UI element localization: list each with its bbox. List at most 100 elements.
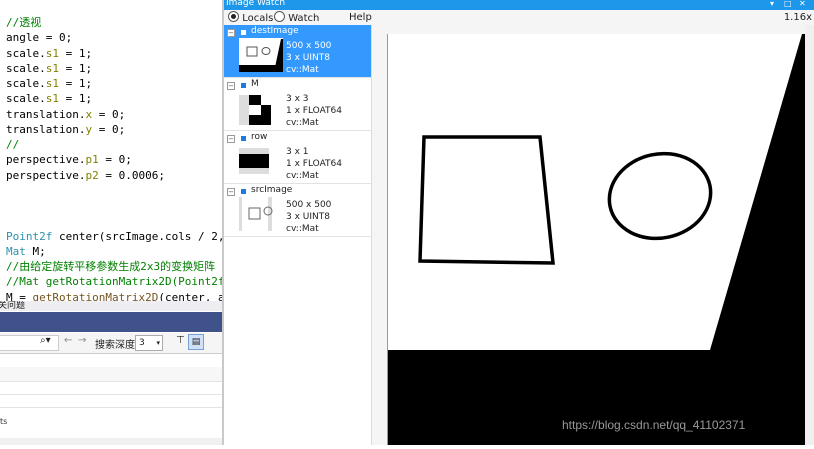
code-line[interactable]: Mat M; <box>6 244 46 259</box>
code-line[interactable]: scale.s1 = 1; <box>6 76 92 91</box>
error-list-tab[interactable]: 关问题 <box>0 301 222 311</box>
thumbnail <box>239 38 283 72</box>
item-meta: 500 x 500 3 x UINT8 cv::Mat <box>286 40 331 76</box>
zoom-level: 1.16x <box>783 12 812 23</box>
item-size: 500 x 500 <box>286 41 332 51</box>
item-size: 3 x 1 <box>286 147 309 157</box>
code-token: center(srcImage.cols / 2, sr <box>58 230 222 243</box>
code-token: scale. <box>6 62 46 75</box>
row-divider <box>0 407 222 408</box>
list-item-row[interactable]: − row 3 x 1 1 x FLOAT64 cv::Mat <box>224 131 371 184</box>
code-token: //透视 <box>6 16 42 29</box>
item-type: cv::Mat <box>286 65 319 75</box>
code-token: p1 <box>85 153 99 166</box>
code-line[interactable]: translation.y = 0; <box>6 122 125 137</box>
code-token: = 0; <box>98 153 132 166</box>
radio-watch[interactable]: Watch <box>274 11 319 26</box>
search-depth-select[interactable]: 3 ▾ <box>135 335 163 351</box>
code-token: = 0; <box>92 108 126 121</box>
code-token: Mat <box>6 245 26 258</box>
code-line[interactable]: scale.s1 = 1; <box>6 61 92 76</box>
list-item[interactable] <box>0 367 222 381</box>
code-token: s1 <box>45 62 59 75</box>
code-token: = 0.0006; <box>98 169 165 182</box>
item-channels: 1 x FLOAT64 <box>286 106 342 116</box>
item-type: cv::Mat <box>286 118 319 128</box>
item-meta: 3 x 1 1 x FLOAT64 cv::Mat <box>286 146 342 182</box>
image-viewer[interactable] <box>387 34 806 445</box>
view-toggle-icon[interactable]: ▤ <box>188 334 204 350</box>
code-token: s1 <box>45 77 59 90</box>
code-line[interactable]: translation.x = 0; <box>6 107 125 122</box>
help-link[interactable]: Help <box>349 11 372 25</box>
list-item-m[interactable]: − M 3 x 3 1 x FLOAT64 cv::Mat <box>224 78 371 131</box>
code-token: = 1; <box>59 77 93 90</box>
code-line[interactable]: perspective.p1 = 0; <box>6 152 132 167</box>
horizontal-scrollbar[interactable] <box>0 438 222 445</box>
filter-icon[interactable]: ⊤ <box>176 335 185 346</box>
code-line[interactable]: perspective.p2 = 0.0006; <box>6 168 165 183</box>
close-icon[interactable]: ✕ <box>799 0 806 8</box>
item-marker-icon <box>241 30 246 35</box>
radio-on-icon <box>228 11 239 22</box>
search-depth-value: 3 <box>139 338 145 348</box>
code-line[interactable]: scale.s1 = 1; <box>6 46 92 61</box>
image-watch-panel: Image Watch ▾ □ ✕ Locals Watch Help 1.16… <box>224 0 814 445</box>
error-list-tab-label: 关问题 <box>0 301 26 311</box>
code-token: translation. <box>6 108 86 121</box>
vertical-scrollbar[interactable] <box>805 25 814 445</box>
item-channels: 3 x UINT8 <box>286 53 330 63</box>
collapse-icon[interactable]: − <box>227 135 235 143</box>
code-line[interactable]: //透视 <box>6 15 41 30</box>
code-token: M; <box>25 245 46 258</box>
code-token: translation. <box>6 123 86 136</box>
code-token: // <box>6 138 20 151</box>
radio-locals[interactable]: Locals <box>228 11 273 26</box>
radio-off-icon <box>274 11 285 22</box>
item-marker-icon <box>241 136 246 141</box>
code-token: = 1; <box>59 92 93 105</box>
thumbnail <box>239 91 283 125</box>
item-marker-icon <box>241 83 246 88</box>
item-size: 500 x 500 <box>286 200 332 210</box>
collapse-icon[interactable]: − <box>227 29 235 37</box>
code-line[interactable]: // <box>6 137 19 152</box>
list-item-srcimage[interactable]: − srcImage 500 x 500 3 x UINT8 cv::Mat <box>224 184 371 237</box>
code-line[interactable]: scale.s1 = 1; <box>6 91 92 106</box>
item-meta: 3 x 3 1 x FLOAT64 cv::Mat <box>286 93 342 129</box>
back-arrow-icon[interactable]: ← <box>64 335 72 346</box>
code-editor[interactable]: //透视 angle = 0; scale.s1 = 1; scale.s1 = 1;… <box>0 0 222 305</box>
item-type: cv::Mat <box>286 171 319 181</box>
thumbnail <box>239 197 283 231</box>
code-line[interactable]: angle = 0; <box>6 30 72 45</box>
search-icon[interactable]: ⌕▾ <box>40 335 51 346</box>
forward-arrow-icon[interactable]: → <box>78 335 86 346</box>
list-item-label: ts <box>0 417 8 426</box>
chevron-down-icon: ▾ <box>156 339 160 347</box>
list-item-destimage[interactable]: − destImage 500 x 500 3 x UINT8 cv::Mat <box>224 25 371 78</box>
panel-title-bar: Image Watch ▾ □ ✕ <box>224 0 814 10</box>
row-divider <box>0 381 222 382</box>
code-token: Point2f <box>6 230 53 243</box>
code-token: p2 <box>85 169 99 182</box>
thumbnail <box>239 144 283 178</box>
code-token: = 0; <box>92 123 126 136</box>
code-line[interactable]: Point2f center(srcImage.cols / 2, sr <box>6 229 222 244</box>
code-token: //Mat getRotationMatrix2D(Point2f ce <box>6 275 222 288</box>
code-token: perspective. <box>6 153 86 166</box>
collapse-icon[interactable]: − <box>227 82 235 90</box>
collapse-icon[interactable]: − <box>227 188 235 196</box>
code-line[interactable]: //由给定旋转平移参数生成2x3的变换矩阵 <box>6 259 215 274</box>
search-depth-label: 搜索深度: <box>95 340 139 351</box>
dropdown-icon[interactable]: ▾ <box>770 0 774 8</box>
item-name: M <box>251 79 259 89</box>
item-name: row <box>251 132 268 142</box>
code-token: //由给定旋转平移参数生成2x3的变换矩阵 <box>6 260 216 273</box>
code-token: s1 <box>45 92 59 105</box>
radio-locals-label: Locals <box>242 13 274 24</box>
code-line[interactable]: //Mat getRotationMatrix2D(Point2f ce <box>6 274 222 289</box>
item-name: destImage <box>251 26 299 36</box>
error-list-header-bar <box>0 312 222 332</box>
image-list: − destImage 500 x 500 3 x UINT8 cv::Mat … <box>224 25 372 445</box>
maximize-icon[interactable]: □ <box>784 0 792 8</box>
